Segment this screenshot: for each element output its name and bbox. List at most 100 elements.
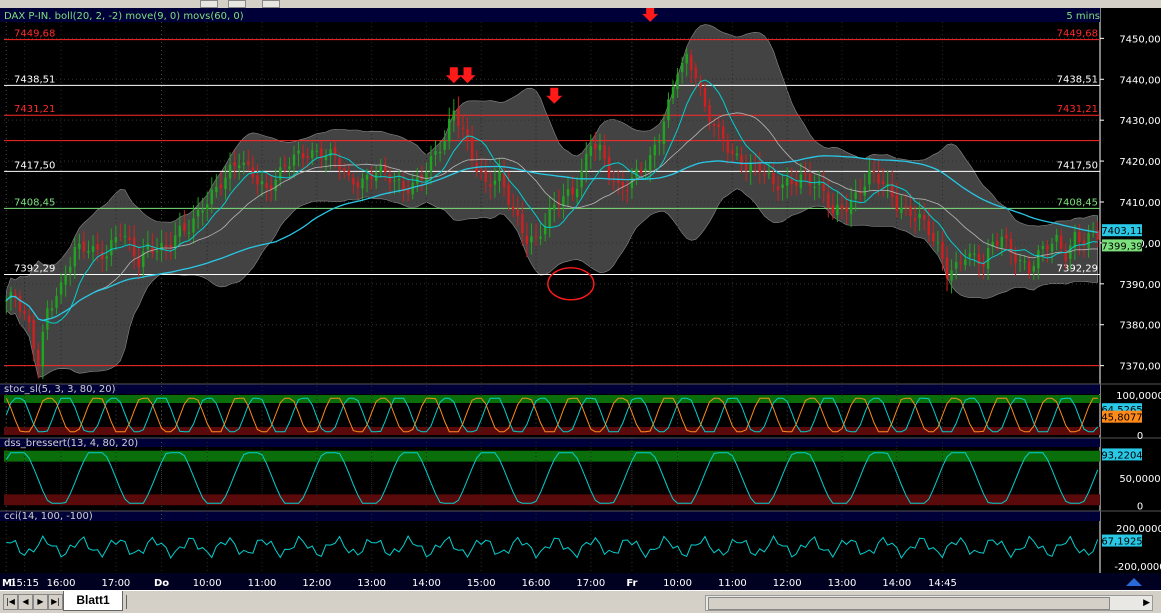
sheet-nav-first-button[interactable]: |◀ — [3, 594, 18, 610]
candle-body — [247, 161, 249, 165]
candle-body — [585, 154, 587, 171]
candle-body — [311, 150, 313, 158]
candle-body — [133, 237, 135, 256]
horizontal-scrollbar[interactable]: ▶ — [705, 595, 1153, 611]
candle-body — [763, 174, 765, 175]
time-label: 15:00 — [467, 578, 496, 589]
panel-title: dss_bressert(13, 4, 80, 20) — [4, 438, 138, 449]
candle-body — [147, 244, 149, 250]
candle-body — [37, 350, 39, 366]
candle-body — [549, 209, 551, 227]
candle-body — [526, 236, 528, 244]
candle-body — [5, 300, 7, 301]
sheet-nav-next-button[interactable]: ▶ — [33, 594, 48, 610]
candle-body — [74, 247, 76, 266]
candle-body — [425, 172, 427, 182]
panel-title-bar — [0, 438, 1100, 447]
sheet-tab[interactable]: Blatt1 — [63, 591, 123, 611]
candle-body — [101, 252, 103, 259]
candle-body — [964, 260, 966, 266]
time-label: 13:00 — [828, 578, 857, 589]
candle-body — [608, 157, 610, 179]
time-label: 16:00 — [522, 578, 551, 589]
candle-body — [183, 223, 185, 231]
candle-body — [777, 186, 779, 190]
candle-body — [343, 168, 345, 171]
candle-body — [946, 257, 948, 278]
candle-body — [681, 63, 683, 72]
candle-body — [297, 151, 299, 154]
candle-body — [996, 241, 998, 246]
candle-body — [19, 296, 21, 311]
candle-body — [220, 184, 222, 188]
sheet-nav-last-button[interactable]: ▶| — [48, 594, 63, 610]
candle-body — [265, 183, 267, 188]
candle-body — [530, 236, 532, 242]
y-tick-label: 50,0000 — [1119, 474, 1160, 485]
level-label-right: 7408,45 — [1057, 197, 1098, 208]
y-tick-label: 7430,00 — [1119, 116, 1160, 127]
candle-body — [165, 245, 167, 247]
candle-body — [553, 205, 555, 210]
candle-body — [512, 206, 514, 209]
toolbar-button[interactable] — [200, 0, 218, 8]
scrollbar-thumb[interactable] — [708, 597, 1110, 610]
time-label: 16:00 — [47, 578, 76, 589]
scroll-right-icon[interactable]: ▶ — [1143, 596, 1150, 610]
candle-body — [462, 128, 464, 129]
toolbar-button[interactable] — [262, 0, 280, 8]
candle-body — [937, 242, 939, 243]
panel-title: cci(14, 100, -100) — [4, 511, 93, 522]
candle-body — [813, 187, 815, 188]
candle-body — [928, 221, 930, 236]
candle-body — [201, 211, 203, 213]
candle-body — [179, 226, 181, 237]
toolbar-button[interactable] — [228, 0, 246, 8]
candle-body — [795, 182, 797, 186]
candle-body — [841, 205, 843, 209]
value-badge-label: 45,8077 — [1101, 413, 1142, 424]
sheet-nav-prev-button[interactable]: ◀ — [18, 594, 33, 610]
time-label: 12:00 — [773, 578, 802, 589]
candle-body — [567, 189, 569, 196]
candle-body — [768, 173, 770, 174]
candle-body — [293, 155, 295, 166]
value-axis-background — [1100, 8, 1161, 590]
candle-body — [128, 238, 130, 240]
candle-body — [352, 178, 354, 184]
candle-body — [539, 237, 541, 239]
candle-body — [896, 195, 898, 210]
price-badge-label: 7399,39 — [1101, 241, 1142, 252]
level-label-right: 7438,51 — [1057, 74, 1098, 85]
candle-body — [521, 214, 523, 233]
candle-body — [1019, 260, 1021, 261]
level-label-left: 7449,68 — [14, 29, 55, 40]
candle-body — [1069, 246, 1071, 259]
candle-body — [695, 68, 697, 79]
candle-body — [174, 235, 176, 247]
candle-body — [96, 244, 98, 250]
level-label-right: 7392,29 — [1057, 263, 1098, 274]
candle-body — [854, 192, 856, 199]
candle-body — [503, 173, 505, 187]
candle-body — [393, 180, 395, 181]
candle-body — [667, 99, 669, 120]
candle-body — [156, 251, 158, 252]
candle-body — [192, 218, 194, 232]
candle-body — [42, 332, 44, 367]
candle-body — [571, 188, 573, 195]
value-badge-label: 67,1925 — [1101, 537, 1142, 548]
candle-body — [836, 205, 838, 215]
level-label-left: 7431,21 — [14, 104, 55, 115]
candle-body — [439, 152, 441, 154]
candle-body — [288, 167, 290, 169]
chart-area[interactable]: 7449,687449,687438,517438,517431,217431,… — [0, 8, 1161, 590]
candle-body — [471, 138, 473, 161]
candle-body — [722, 126, 724, 138]
candle-body — [864, 187, 866, 196]
candle-body — [749, 163, 751, 172]
candle-body — [366, 175, 368, 180]
candle-body — [900, 208, 902, 213]
candle-body — [594, 144, 596, 149]
candle-body — [494, 181, 496, 185]
